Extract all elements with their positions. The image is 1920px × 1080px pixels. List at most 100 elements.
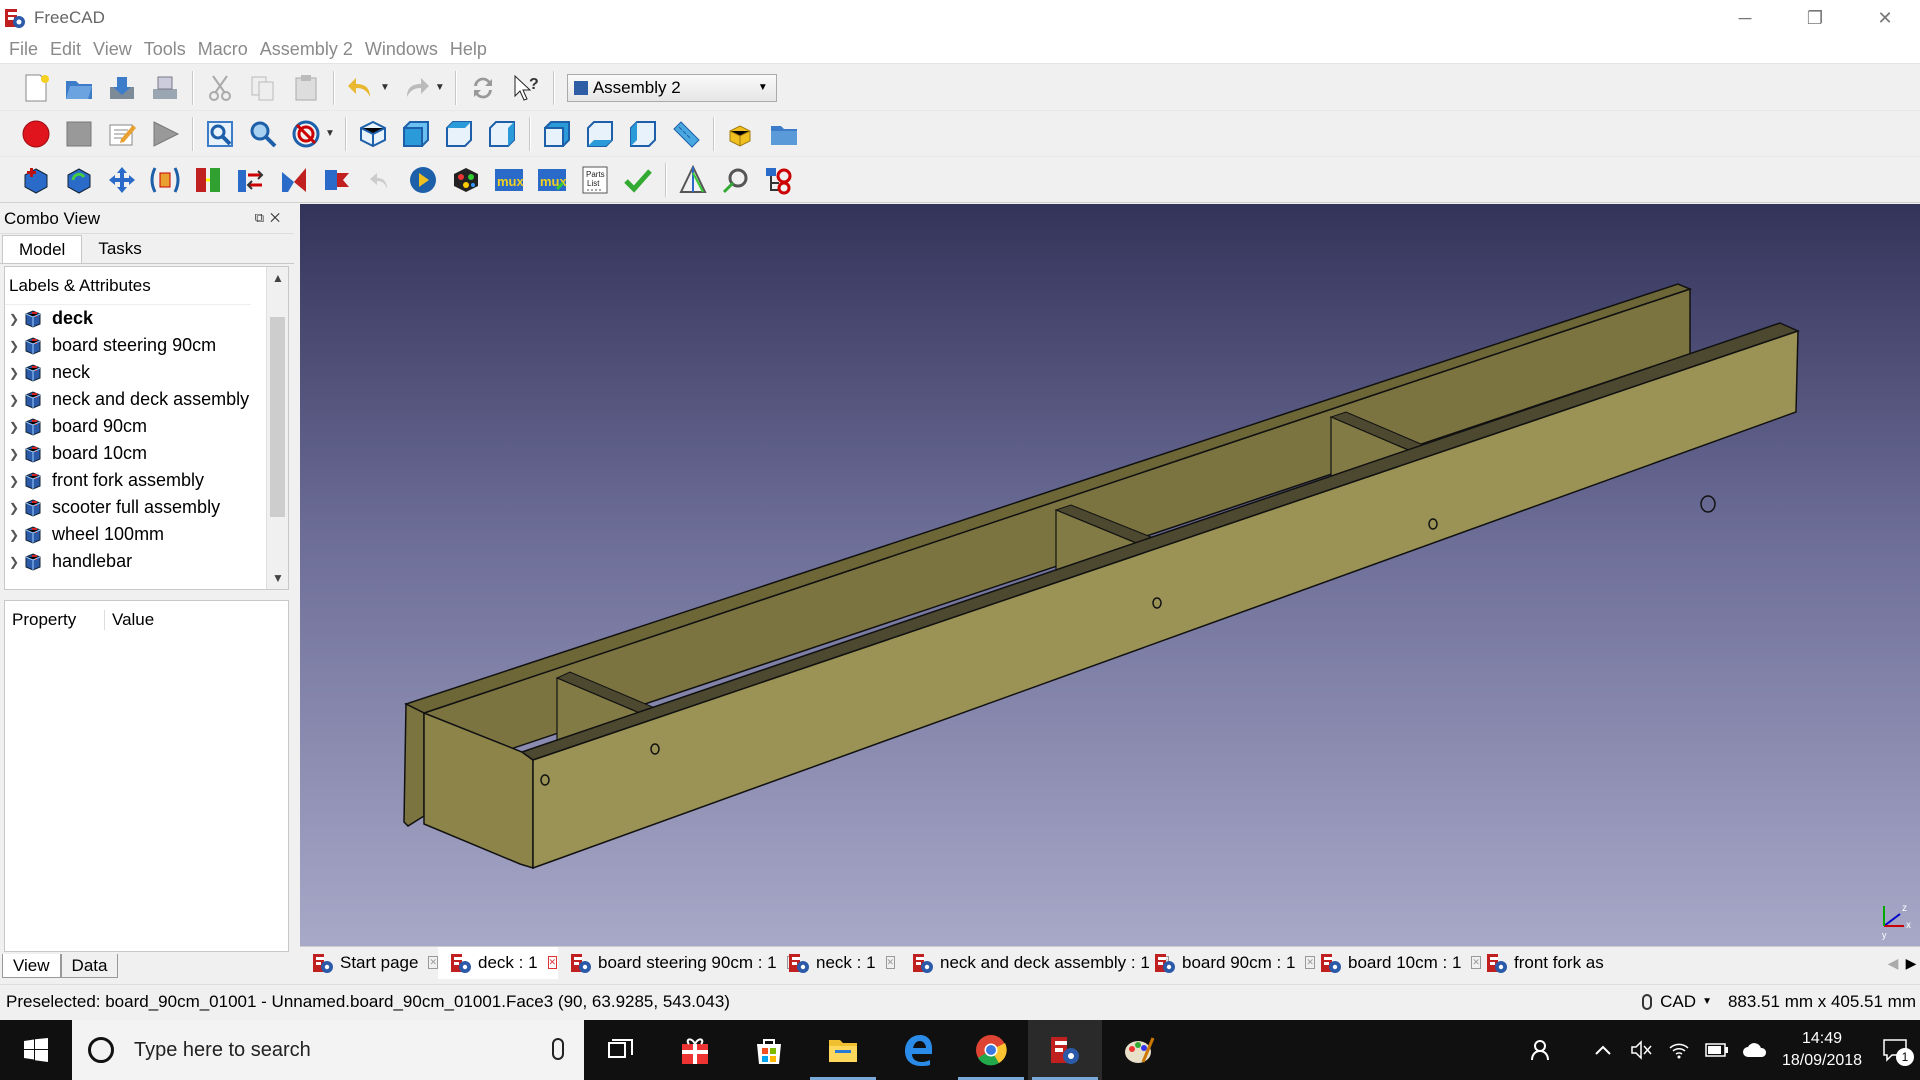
macro-execute-icon[interactable]: [147, 116, 183, 152]
tree-item[interactable]: ❯ board steering 90cm: [5, 332, 265, 359]
refresh-icon[interactable]: [465, 70, 501, 106]
right-view-icon[interactable]: [484, 116, 520, 152]
fit-all-icon[interactable]: [202, 116, 238, 152]
close-panel-icon[interactable]: ✕: [270, 210, 286, 225]
paint-app-icon[interactable]: [1102, 1020, 1176, 1080]
tab-data[interactable]: Data: [60, 954, 119, 978]
float-panel-icon[interactable]: ⧉: [255, 210, 270, 225]
tree-item[interactable]: ❯ wheel 100mm: [5, 521, 265, 548]
macro-record-icon[interactable]: [18, 116, 54, 152]
menu-windows[interactable]: Windows: [360, 39, 445, 60]
microphone-icon[interactable]: [552, 1038, 564, 1060]
wifi-icon[interactable]: [1660, 1040, 1698, 1060]
taskbar-search[interactable]: Type here to search: [72, 1020, 584, 1080]
front-view-icon[interactable]: [398, 116, 434, 152]
menu-macro[interactable]: Macro: [193, 39, 255, 60]
chrome-browser-icon[interactable]: [954, 1020, 1028, 1080]
measure-distance-icon[interactable]: [668, 116, 704, 152]
navigation-style-selector[interactable]: CAD ▼: [1642, 992, 1712, 1012]
constraint-spherical-icon[interactable]: [319, 162, 355, 198]
open-folder-icon[interactable]: [61, 70, 97, 106]
save-as-icon[interactable]: [147, 70, 183, 106]
scrollbar-thumb[interactable]: [270, 317, 285, 517]
isometric-view-icon[interactable]: [355, 116, 391, 152]
menu-assembly2[interactable]: Assembly 2: [255, 39, 360, 60]
tree-item[interactable]: ❯ handlebar: [5, 548, 265, 575]
paste-icon[interactable]: [288, 70, 324, 106]
scroll-up-icon[interactable]: ▲: [267, 271, 289, 285]
task-view-icon[interactable]: [584, 1020, 658, 1080]
rear-view-icon[interactable]: [539, 116, 575, 152]
check-assembly-icon[interactable]: [620, 162, 656, 198]
top-view-icon[interactable]: [441, 116, 477, 152]
mux-icon[interactable]: mux: [491, 162, 527, 198]
clearance-icon[interactable]: [718, 162, 754, 198]
minimize-button[interactable]: ─: [1710, 0, 1780, 36]
document-tab[interactable]: front fork as: [1474, 947, 1604, 979]
expand-chevron-icon[interactable]: ❯: [5, 528, 23, 542]
expand-chevron-icon[interactable]: ❯: [5, 501, 23, 515]
draw-style-dropdown-icon[interactable]: ▼: [325, 128, 335, 139]
menu-edit[interactable]: Edit: [45, 39, 88, 60]
constraint-angle-icon[interactable]: [233, 162, 269, 198]
tab-scroll-arrows[interactable]: ◀ ▶: [1884, 947, 1920, 979]
whats-this-icon[interactable]: ?: [508, 70, 544, 106]
tab-scroll-right-icon[interactable]: ▶: [1906, 955, 1917, 972]
undo-constraint-icon[interactable]: [362, 162, 398, 198]
left-view-icon[interactable]: [625, 116, 661, 152]
copy-icon[interactable]: [245, 70, 281, 106]
draw-style-icon[interactable]: [288, 116, 324, 152]
workbench-selector[interactable]: Assembly 2 ▼: [566, 73, 777, 102]
document-tab[interactable]: board steering 90cm : 1✕: [558, 947, 797, 979]
close-tab-icon[interactable]: ✕: [428, 956, 438, 969]
tree-scrollbar[interactable]: ▲ ▼: [266, 267, 288, 589]
freecad-taskbar-icon[interactable]: [1028, 1020, 1102, 1080]
menu-view[interactable]: View: [88, 39, 139, 60]
import-part-icon[interactable]: [18, 162, 54, 198]
expand-chevron-icon[interactable]: ❯: [5, 339, 23, 353]
speaker-muted-icon[interactable]: [1622, 1040, 1660, 1060]
deck-3d-model[interactable]: z x y: [300, 204, 1920, 946]
microsoft-store-icon[interactable]: [732, 1020, 806, 1080]
document-tab[interactable]: neck and deck assembly : 1✕: [900, 947, 1170, 979]
macro-stop-icon[interactable]: [61, 116, 97, 152]
expand-chevron-icon[interactable]: ❯: [5, 366, 23, 380]
close-tab-icon[interactable]: ✕: [885, 956, 896, 969]
people-icon[interactable]: [1522, 1039, 1560, 1061]
constraint-circular-edge-icon[interactable]: [276, 162, 312, 198]
save-icon[interactable]: [104, 70, 140, 106]
start-button[interactable]: [0, 1020, 72, 1080]
document-tab[interactable]: board 90cm : 1 ✕: [1142, 947, 1315, 979]
menu-file[interactable]: File: [4, 39, 45, 60]
action-center-icon[interactable]: 1: [1870, 1038, 1920, 1066]
expand-chevron-icon[interactable]: ❯: [5, 312, 23, 326]
expand-chevron-icon[interactable]: ❯: [5, 474, 23, 488]
create-group-icon[interactable]: [766, 116, 802, 152]
tree-item[interactable]: ❯ board 10cm: [5, 440, 265, 467]
onedrive-cloud-icon[interactable]: [1736, 1042, 1774, 1058]
constraint-axis-icon[interactable]: [147, 162, 183, 198]
constraint-plane-icon[interactable]: [190, 162, 226, 198]
mux-assembly-icon[interactable]: mux: [534, 162, 570, 198]
document-tab[interactable]: board 10cm : 1 ✕: [1308, 947, 1481, 979]
close-tab-icon[interactable]: ✕: [547, 956, 558, 969]
3d-viewport[interactable]: z x y: [300, 204, 1920, 946]
tree-item[interactable]: ❯ neck: [5, 359, 265, 386]
redo-dropdown-icon[interactable]: ▼: [435, 82, 445, 93]
move-part-icon[interactable]: [104, 162, 140, 198]
scroll-down-icon[interactable]: ▼: [267, 571, 289, 585]
degrees-of-freedom-icon[interactable]: [448, 162, 484, 198]
assembly-tree-icon[interactable]: [761, 162, 797, 198]
document-tab[interactable]: deck : 1 ✕: [438, 946, 558, 979]
gift-app-icon[interactable]: [658, 1020, 732, 1080]
animate-icon[interactable]: [405, 162, 441, 198]
expand-chevron-icon[interactable]: ❯: [5, 447, 23, 461]
parts-list-icon[interactable]: Parts List: [577, 162, 613, 198]
tab-tasks[interactable]: Tasks: [82, 235, 157, 263]
bottom-view-icon[interactable]: [582, 116, 618, 152]
taskbar-clock[interactable]: 14:49 18/09/2018: [1774, 1028, 1870, 1072]
tree-item[interactable]: ❯ front fork assembly: [5, 467, 265, 494]
cut-icon[interactable]: [202, 70, 238, 106]
tree-item[interactable]: ❯ deck: [5, 305, 265, 332]
undo-icon[interactable]: [343, 70, 379, 106]
